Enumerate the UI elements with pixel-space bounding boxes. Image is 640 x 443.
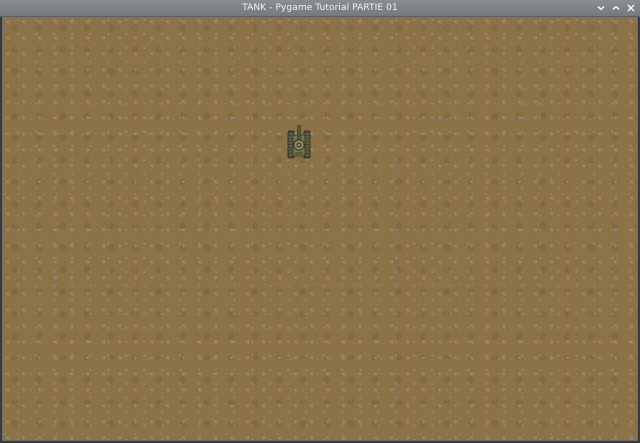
- window-titlebar[interactable]: TANK - Pygame Tutorial PARTIE 01: [0, 0, 640, 17]
- window-controls: [595, 2, 636, 14]
- window-border-left: [0, 17, 2, 443]
- tank-icon: [287, 125, 311, 159]
- close-button[interactable]: [625, 2, 636, 14]
- window-title: TANK - Pygame Tutorial PARTIE 01: [242, 3, 398, 13]
- game-canvas[interactable]: [2, 17, 638, 441]
- minimize-button[interactable]: [595, 2, 606, 14]
- maximize-button[interactable]: [610, 2, 621, 14]
- player-tank[interactable]: [287, 125, 311, 159]
- app-window: TANK - Pygame Tutorial PARTIE 01: [0, 0, 640, 443]
- chevron-down-icon: [597, 6, 604, 11]
- chevron-up-icon: [612, 5, 619, 10]
- close-icon: [627, 4, 634, 12]
